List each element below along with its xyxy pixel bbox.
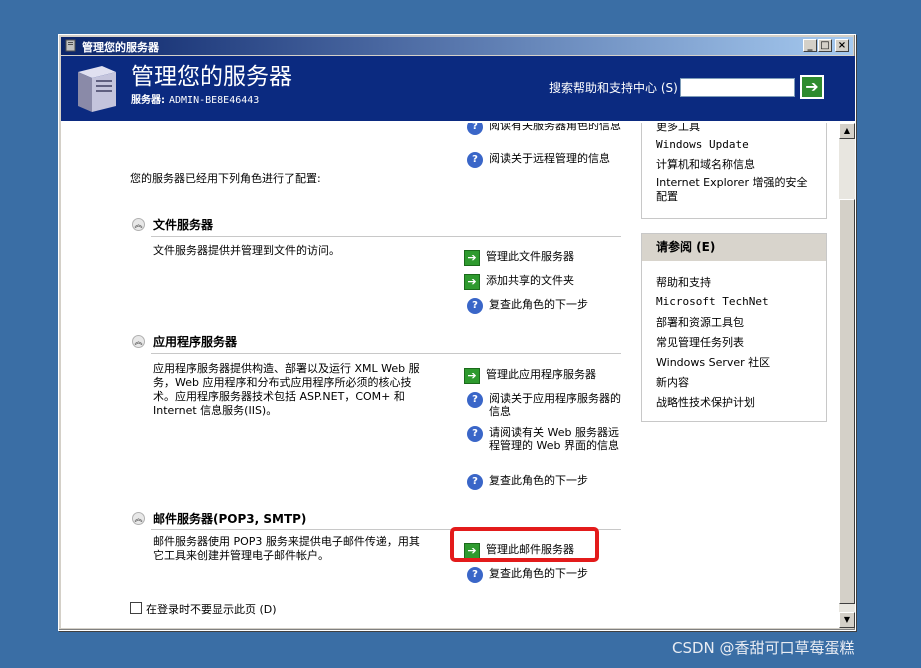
- link-label: 管理此文件服务器: [486, 250, 574, 263]
- desc-line: 术。应用程序服务器技术包括 ASP.NET，COM+ 和: [153, 390, 405, 403]
- link-label: 请阅读有关 Web 服务器远程管理的 Web 界面的信息: [489, 426, 619, 452]
- server-name: ADMIN-BE8E46443: [169, 95, 260, 106]
- help-icon: ?: [467, 123, 483, 135]
- server-label: 服务器:: [131, 95, 165, 106]
- link-label: 复查此角色的下一步: [489, 567, 588, 580]
- manage-app-server-link[interactable]: ➔ 管理此应用程序服务器: [464, 368, 596, 384]
- link-label: 阅读有关服务器角色的信息: [489, 123, 621, 132]
- see-also-link[interactable]: Windows Server 社区: [656, 354, 770, 370]
- link-label: 阅读关于远程管理的信息: [489, 152, 610, 165]
- tools-link[interactable]: 更多工具: [656, 123, 700, 134]
- desc-line: Internet 信息服务(IIS)。: [153, 404, 278, 417]
- collapse-icon[interactable]: ︽: [132, 218, 145, 231]
- arrow-right-icon: ➔: [464, 274, 480, 290]
- link-label: 复查此角色的下一步: [489, 474, 588, 487]
- help-icon: ?: [467, 298, 483, 314]
- link-label: 管理此应用程序服务器: [486, 368, 596, 381]
- link-label: 复查此角色的下一步: [489, 298, 588, 311]
- arrow-right-icon: ➔: [464, 250, 480, 266]
- help-icon: ?: [467, 426, 483, 442]
- role-description: 应用程序服务器提供构造、部署以及运行 XML Web 服 务，Web 应用程序和…: [153, 362, 420, 418]
- server-tower-icon: [78, 66, 116, 112]
- role-heading-mail-server: 邮件服务器(POP3, SMTP): [153, 512, 307, 526]
- collapse-icon[interactable]: ︽: [132, 335, 145, 348]
- read-web-remote-admin-link[interactable]: ? 请阅读有关 Web 服务器远程管理的 Web 界面的信息: [467, 426, 631, 452]
- tools-link[interactable]: Internet Explorer 增强的安全配置: [656, 176, 816, 204]
- link-server-roles[interactable]: ? 阅读有关服务器角色的信息: [467, 123, 627, 135]
- role-description: 邮件服务器使用 POP3 服务来提供电子邮件传递，用其 它工具来创建并管理电子邮…: [153, 535, 420, 563]
- role-heading-file-server: 文件服务器: [153, 218, 214, 232]
- search-label: 搜索帮助和支持中心 (S): [549, 81, 678, 95]
- tools-link[interactable]: Windows Update: [656, 138, 749, 151]
- help-icon: ?: [467, 152, 483, 168]
- intro-text: 您的服务器已经用下列角色进行了配置:: [130, 172, 321, 185]
- title-bar[interactable]: 管理您的服务器 _ □ ×: [61, 37, 853, 55]
- close-button[interactable]: ×: [835, 39, 849, 52]
- role-heading-app-server: 应用程序服务器: [153, 335, 238, 349]
- scroll-thumb[interactable]: [839, 199, 855, 604]
- desc-line: 邮件服务器使用 POP3 服务来提供电子邮件传递，用其: [153, 535, 420, 548]
- minimize-button[interactable]: _: [803, 39, 817, 52]
- header-banner: 管理您的服务器 服务器: ADMIN-BE8E46443 搜索帮助和支持中心 (S…: [61, 56, 855, 123]
- review-next-steps-link[interactable]: ? 复查此角色的下一步: [467, 567, 588, 583]
- search-go-button[interactable]: ➔: [800, 75, 824, 99]
- role-description: 文件服务器提供并管理到文件的访问。: [153, 244, 340, 257]
- desc-line: 应用程序服务器提供构造、部署以及运行 XML Web 服: [153, 362, 420, 375]
- link-remote-admin[interactable]: ? 阅读关于远程管理的信息: [467, 152, 610, 168]
- tools-panel: 更多工具 Windows Update 计算机和域名称信息 Internet E…: [641, 123, 827, 219]
- help-icon: ?: [467, 567, 483, 583]
- read-app-server-link[interactable]: ? 阅读关于应用程序服务器的信息: [467, 392, 631, 418]
- desc-line: 它工具来创建并管理电子邮件帐户。: [153, 549, 329, 562]
- collapse-icon[interactable]: ︽: [132, 512, 145, 525]
- page-title: 管理您的服务器: [131, 64, 292, 90]
- scroll-up-button[interactable]: ▲: [839, 123, 855, 139]
- window-title: 管理您的服务器: [82, 41, 159, 54]
- dont-show-checkbox[interactable]: [130, 602, 142, 614]
- tools-link[interactable]: 计算机和域名称信息: [656, 156, 755, 172]
- help-icon: ?: [467, 392, 483, 408]
- dont-show-label: 在登录时不要显示此页 (D): [146, 603, 277, 616]
- see-also-link[interactable]: Microsoft TechNet: [656, 295, 769, 308]
- see-also-link[interactable]: 新内容: [656, 374, 689, 390]
- green-arrow-icon: ➔: [805, 77, 819, 96]
- see-also-link[interactable]: 部署和资源工具包: [656, 314, 744, 330]
- add-shared-folder-link[interactable]: ➔ 添加共享的文件夹: [464, 274, 574, 290]
- highlight-box: [450, 527, 599, 562]
- review-next-steps-link[interactable]: ? 复查此角色的下一步: [467, 298, 588, 314]
- help-icon: ?: [467, 474, 483, 490]
- see-also-panel: 请参阅 (E) 帮助和支持 Microsoft TechNet 部署和资源工具包…: [641, 233, 827, 422]
- link-label: 添加共享的文件夹: [486, 274, 574, 287]
- scroll-down-button[interactable]: ▼: [839, 612, 855, 628]
- divider: [151, 236, 621, 237]
- vertical-scrollbar[interactable]: ▲ ▼: [839, 123, 855, 628]
- watermark: CSDN @香甜可口草莓蛋糕: [672, 639, 855, 657]
- see-also-link[interactable]: 常见管理任务列表: [656, 334, 744, 350]
- arrow-right-icon: ➔: [464, 368, 480, 384]
- link-label: 阅读关于应用程序服务器的信息: [489, 392, 621, 418]
- manage-file-server-link[interactable]: ➔ 管理此文件服务器: [464, 250, 574, 266]
- desc-line: 务，Web 应用程序和分布式应用程序所必须的核心技: [153, 376, 412, 389]
- divider: [151, 353, 621, 354]
- search-input[interactable]: [680, 78, 795, 97]
- see-also-link[interactable]: 帮助和支持: [656, 274, 711, 290]
- see-also-heading: 请参阅 (E): [642, 234, 826, 261]
- maximize-button[interactable]: □: [818, 39, 832, 52]
- see-also-link[interactable]: 战略性技术保护计划: [656, 394, 755, 410]
- review-next-steps-link[interactable]: ? 复查此角色的下一步: [467, 474, 588, 490]
- server-icon: [65, 39, 76, 52]
- server-info: 服务器: ADMIN-BE8E46443: [131, 91, 259, 106]
